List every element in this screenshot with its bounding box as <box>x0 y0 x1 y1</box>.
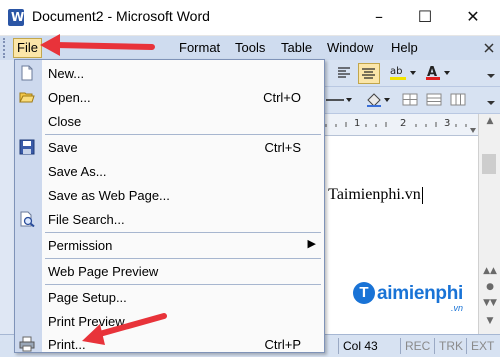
align-left-icon[interactable] <box>334 63 354 82</box>
ruler-mark: 1 <box>354 118 361 129</box>
save-disk-icon <box>19 139 35 155</box>
scroll-down-icon[interactable]: ▼ <box>481 316 499 330</box>
menu-tools[interactable]: Tools <box>232 39 268 57</box>
svg-text:ab: ab <box>390 66 402 77</box>
file-search-icon <box>19 211 35 228</box>
horizontal-ruler[interactable]: 1 2 3 <box>320 114 478 136</box>
title-bar: W Document2 - Microsoft Word – ☐ ✕ <box>0 0 500 36</box>
tables-toolbar <box>320 87 500 114</box>
logo-name: aimienphi <box>377 283 463 304</box>
menu-item-page-setup[interactable]: Page Setup... <box>15 285 324 309</box>
align-center-icon[interactable] <box>358 63 380 84</box>
menu-item-new[interactable]: New... <box>15 61 324 85</box>
open-folder-icon <box>19 89 35 105</box>
menu-item-file-search[interactable]: File Search... <box>15 207 324 231</box>
close-button[interactable]: ✕ <box>450 2 496 32</box>
new-document-icon <box>19 65 35 81</box>
watermark-logo: T aimienphi .vn <box>353 282 463 313</box>
table-borders-icon[interactable] <box>448 90 468 109</box>
maximize-button[interactable]: ☐ <box>402 2 448 32</box>
table-grid-icon[interactable] <box>400 90 420 109</box>
vertical-scrollbar[interactable]: ▲ ▲▲ ● ▼▼ ▼ <box>478 114 500 334</box>
menu-item-save-as-web-page[interactable]: Save as Web Page... <box>15 183 324 207</box>
line-style-icon[interactable] <box>324 90 354 109</box>
menu-item-web-page-preview[interactable]: Web Page Preview <box>15 259 324 283</box>
select-browse-object-icon[interactable]: ● <box>481 282 499 296</box>
scroll-thumb[interactable] <box>482 154 496 174</box>
next-page-icon[interactable]: ▼▼ <box>481 298 499 312</box>
previous-page-icon[interactable]: ▲▲ <box>481 266 499 280</box>
left-toolbar-strip <box>0 60 15 334</box>
formatting-toolbar: ab A <box>320 60 500 87</box>
status-ext[interactable]: EXT <box>466 338 498 354</box>
menu-table[interactable]: Table <box>278 39 315 57</box>
menu-item-save[interactable]: Save Ctrl+S <box>15 135 324 159</box>
logo-letter: T <box>353 282 375 304</box>
ruler-mark: 2 <box>400 118 407 129</box>
font-color-icon[interactable]: A <box>424 63 454 82</box>
menu-item-permission[interactable]: Permission ▶ <box>15 233 324 257</box>
menu-item-close[interactable]: Close <box>15 109 324 133</box>
status-rec[interactable]: REC <box>400 338 434 354</box>
table-insert-icon[interactable] <box>424 90 444 109</box>
file-menu-dropdown: New... Open... Ctrl+O Close Save Ctrl+S … <box>14 59 325 353</box>
menu-item-open[interactable]: Open... Ctrl+O <box>15 85 324 109</box>
minimize-button[interactable]: – <box>356 2 402 32</box>
shading-icon[interactable] <box>364 90 394 109</box>
menu-bar: File Format Tools Table Window Help <box>0 36 500 60</box>
menu-item-save-as[interactable]: Save As... <box>15 159 324 183</box>
submenu-arrow-icon: ▶ <box>307 237 316 250</box>
word-app-icon: W <box>8 9 24 26</box>
menu-help[interactable]: Help <box>388 39 421 57</box>
logo-suffix: .vn <box>451 303 464 313</box>
scroll-up-icon[interactable]: ▲ <box>481 116 499 130</box>
toolbar-grip[interactable] <box>3 38 8 58</box>
toolbar-options-icon-2[interactable] <box>484 91 498 109</box>
menubar-close-icon[interactable] <box>482 40 496 56</box>
status-trk[interactable]: TRK <box>434 338 467 354</box>
menu-file[interactable]: File <box>13 38 42 58</box>
highlight-icon[interactable]: ab <box>388 63 418 82</box>
menu-item-print-preview[interactable]: Print Preview <box>15 309 324 333</box>
menu-format[interactable]: Format <box>176 39 223 57</box>
status-column: Col 43 <box>338 338 395 354</box>
document-text[interactable]: i Taimienphi.vn <box>320 186 423 204</box>
window-title: Document2 - Microsoft Word <box>32 8 210 24</box>
ruler-mark: 3 <box>444 118 451 129</box>
menu-item-print[interactable]: Print... Ctrl+P <box>15 332 324 356</box>
text-caret <box>421 186 423 204</box>
toolbar-options-icon[interactable] <box>484 64 498 82</box>
printer-icon <box>19 336 35 352</box>
menu-window[interactable]: Window <box>324 39 376 57</box>
